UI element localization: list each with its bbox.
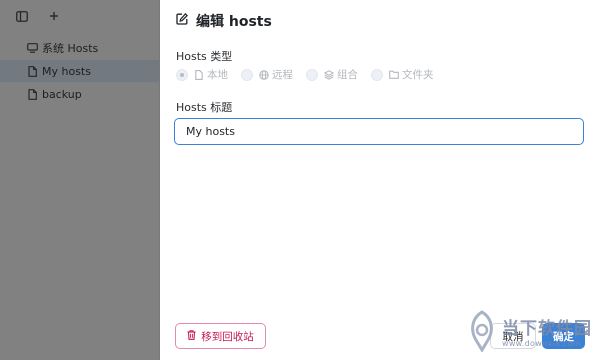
- sidebar-item-label: backup: [42, 87, 82, 101]
- plus-icon[interactable]: [46, 8, 62, 24]
- sidebar: 系统 Hosts My hosts backup: [0, 0, 160, 360]
- file-icon: [26, 65, 38, 77]
- confirm-button[interactable]: 确定: [542, 323, 585, 349]
- monitor-icon: [26, 42, 38, 54]
- dialog-title: 编辑 hosts: [176, 11, 272, 31]
- radio-group-combine[interactable]: 组合: [306, 67, 358, 82]
- layers-icon: [324, 69, 334, 80]
- sidebar-item-label: My hosts: [42, 64, 91, 78]
- trash-icon: [187, 329, 196, 343]
- hosts-type-radio-group: 本地 远程 组合 文件夹: [176, 67, 447, 82]
- radio-label: 本地: [207, 69, 228, 81]
- sidebar-toggle-icon[interactable]: [14, 8, 30, 24]
- move-to-trash-label: 移到回收站: [201, 330, 254, 343]
- move-to-trash-button[interactable]: 移到回收站: [175, 323, 266, 349]
- sidebar-item-label: 系统 Hosts: [42, 42, 99, 55]
- sidebar-item-my-hosts[interactable]: My hosts: [0, 60, 159, 82]
- hosts-title-label: Hosts 标题: [176, 101, 233, 114]
- edit-hosts-dialog: 编辑 hosts Hosts 类型 本地 远程 组合 文件夹 Hosts 标题 …: [160, 0, 600, 360]
- radio-button[interactable]: [241, 68, 253, 81]
- radio-folder[interactable]: 文件夹: [371, 67, 434, 82]
- radio-button[interactable]: [371, 68, 383, 81]
- file-icon: [194, 69, 204, 80]
- globe-icon: [259, 69, 269, 80]
- radio-label: 文件夹: [402, 69, 434, 81]
- sidebar-toolbar: [0, 0, 159, 32]
- folder-icon: [389, 70, 399, 80]
- cancel-button[interactable]: 取消: [490, 323, 536, 349]
- radio-local[interactable]: 本地: [176, 67, 228, 82]
- file-icon: [26, 88, 38, 100]
- dialog-title-text: 编辑 hosts: [196, 14, 272, 30]
- radio-label: 组合: [337, 69, 358, 81]
- hosts-title-input[interactable]: [174, 118, 584, 145]
- hosts-type-label: Hosts 类型: [176, 50, 233, 63]
- radio-label: 远程: [272, 69, 293, 81]
- sidebar-item-system-hosts[interactable]: 系统 Hosts: [0, 37, 159, 59]
- radio-remote[interactable]: 远程: [241, 67, 293, 82]
- sidebar-item-backup[interactable]: backup: [0, 83, 159, 105]
- radio-button[interactable]: [306, 68, 318, 81]
- radio-button[interactable]: [176, 68, 188, 81]
- edit-icon: [176, 13, 188, 29]
